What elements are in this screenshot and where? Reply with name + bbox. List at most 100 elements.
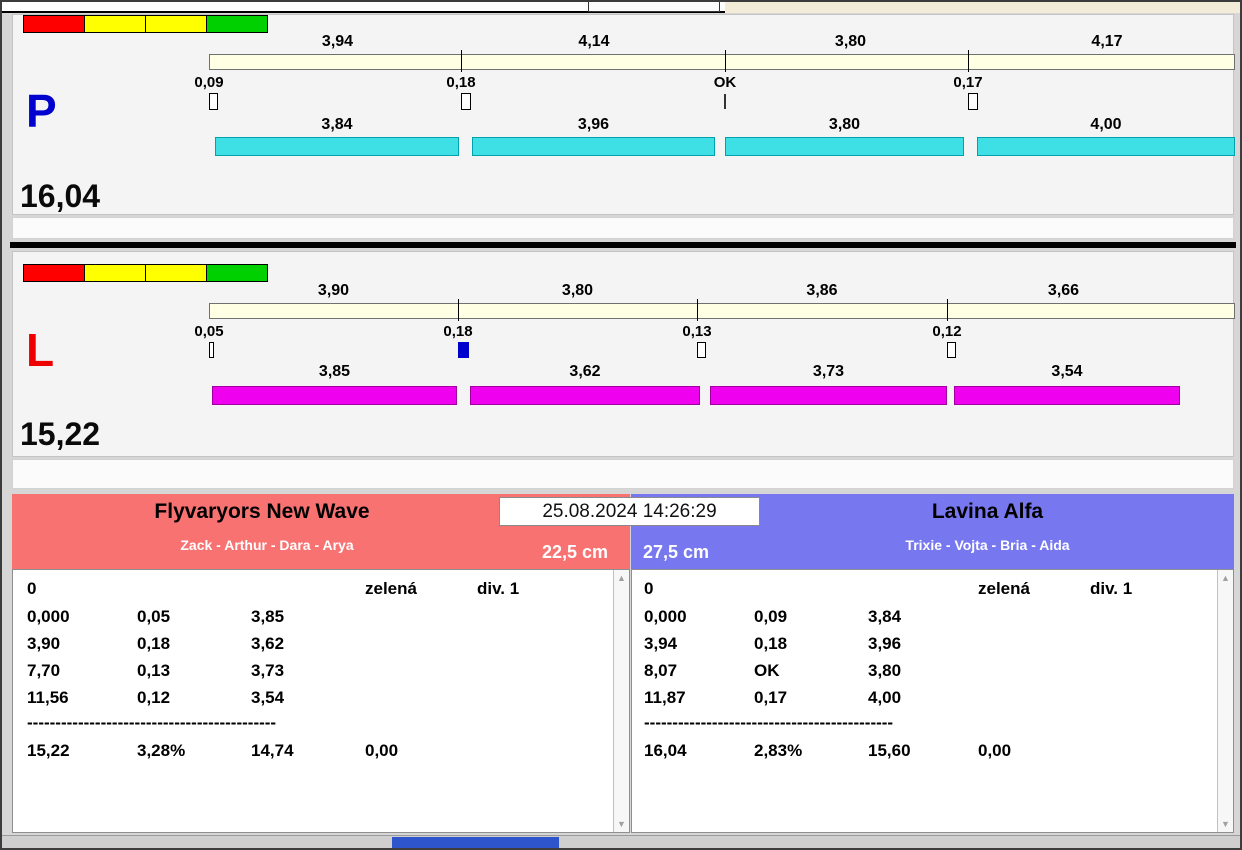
- split-time-label: 3,94: [321, 33, 354, 50]
- lane-divider: [10, 242, 1236, 248]
- lane-total-time-p: 16,04: [20, 178, 101, 214]
- jump-height: 27,5 cm: [643, 542, 710, 562]
- result-summary-cell: 16,04: [644, 741, 687, 760]
- leg-time-label: 3,96: [577, 116, 610, 133]
- result-cell: 0,09: [754, 607, 788, 626]
- split-time-label: 4,17: [1091, 33, 1123, 50]
- result-cell: 3,85: [251, 607, 285, 626]
- result-light: zelená: [978, 579, 1030, 598]
- split-tick: [461, 50, 462, 72]
- result-cell: 0,17: [754, 688, 788, 707]
- traffic-segment-green: [206, 15, 268, 33]
- team-name: Flyvaryors New Wave: [154, 500, 370, 523]
- datetime-display: 25.08.2024 14:26:29: [499, 497, 760, 526]
- leg-time-label: 3,85: [318, 363, 351, 380]
- result-division: div. 1: [1090, 579, 1133, 598]
- result-summary-cell: 14,74: [251, 741, 294, 760]
- result-separator: ----------------------------------------…: [644, 713, 894, 732]
- lane-label-l: L: [26, 324, 55, 376]
- split-time-label: 3,66: [1047, 282, 1080, 299]
- result-cell: 3,90: [27, 634, 61, 653]
- result-summary-cell: 15,22: [27, 741, 70, 760]
- traffic-segment-green: [206, 264, 268, 282]
- result-cell: 0,18: [754, 634, 788, 653]
- change-marker-filled: [458, 342, 469, 358]
- result-cell: 3,54: [251, 688, 285, 707]
- team-name: Lavina Alfa: [931, 500, 1044, 523]
- change-marker: [697, 342, 706, 358]
- status-bar: [2, 835, 1240, 848]
- change-time-label: 0,18: [443, 323, 473, 340]
- traffic-light-indicator-p: [23, 15, 268, 33]
- split-timeline-bar-p: [209, 54, 1235, 70]
- scroll-down-button[interactable]: ▼: [614, 816, 629, 832]
- empty-row-strip: [12, 217, 1234, 239]
- leg-time-label: 3,84: [321, 116, 353, 133]
- leg-time-bar: [215, 137, 459, 156]
- result-cell: 3,73: [251, 661, 285, 680]
- leg-time-bar: [954, 386, 1180, 405]
- split-time-label: 3,90: [317, 282, 350, 299]
- top-window-strip-right: [725, 2, 1240, 13]
- leg-time-bar: [725, 137, 964, 156]
- result-cell: 3,80: [868, 661, 902, 680]
- result-cell: 3,84: [868, 607, 902, 626]
- result-cell: 4,00: [868, 688, 902, 707]
- scroll-up-button[interactable]: ▲: [1218, 570, 1233, 586]
- team-members: Zack - Arthur - Dara - Arya: [180, 537, 354, 553]
- change-time-label: 0,17: [953, 74, 983, 91]
- top-tab[interactable]: [588, 2, 720, 12]
- traffic-segment-yellow: [145, 264, 207, 282]
- result-cell: 3,94: [644, 634, 678, 653]
- leg-time-bar: [472, 137, 715, 156]
- result-flag: 0: [644, 579, 654, 598]
- change-time-label: 0,12: [932, 323, 962, 340]
- leg-time-label: 3,54: [1051, 363, 1083, 380]
- result-summary-cell: 0,00: [365, 741, 399, 760]
- result-cell: 7,70: [27, 661, 61, 680]
- status-progress-bar: [392, 837, 559, 848]
- change-marker: [968, 93, 978, 110]
- split-tick: [458, 299, 459, 321]
- result-list-left[interactable]: 0 zelená div. 1 0,000 0,05 3,85 3,90 0,1…: [12, 569, 630, 833]
- change-marker: [947, 342, 956, 358]
- leg-time-bar: [977, 137, 1235, 156]
- scroll-down-button[interactable]: ▼: [1218, 816, 1233, 832]
- traffic-segment-yellow: [145, 15, 207, 33]
- split-tick: [947, 299, 948, 321]
- empty-row-strip: [12, 459, 1234, 489]
- scroll-up-button[interactable]: ▲: [614, 570, 629, 586]
- result-cell: 0,13: [137, 661, 171, 680]
- result-cell: OK: [754, 661, 780, 680]
- traffic-segment-red: [23, 15, 85, 33]
- traffic-segment-yellow: [84, 15, 146, 33]
- split-tick: [725, 50, 726, 72]
- split-time-label: 4,14: [578, 33, 610, 50]
- result-cell: 0,12: [137, 688, 171, 707]
- lane-label-p: P: [26, 85, 57, 137]
- split-time-label: 3,86: [806, 282, 838, 299]
- split-tick: [968, 50, 969, 72]
- leg-time-label: 3,62: [569, 363, 601, 380]
- traffic-light-indicator-l: [23, 264, 268, 282]
- change-marker-ok: [724, 94, 726, 109]
- traffic-segment-red: [23, 264, 85, 282]
- result-summary-cell: 2,83%: [754, 741, 803, 760]
- lane-total-time-l: 15,22: [20, 416, 101, 452]
- result-summary-cell: 15,60: [868, 741, 911, 760]
- change-time-label: OK: [713, 74, 737, 91]
- result-cell: 8,07: [644, 661, 678, 680]
- leg-time-bar: [212, 386, 457, 405]
- result-summary-cell: 0,00: [978, 741, 1012, 760]
- scrollbar[interactable]: ▲ ▼: [613, 570, 629, 832]
- scrollbar[interactable]: ▲ ▼: [1217, 570, 1233, 832]
- jump-height: 22,5 cm: [541, 542, 608, 562]
- change-marker: [209, 93, 218, 110]
- result-list-right[interactable]: 0 zelená div. 1 0,000 0,09 3,84 3,94 0,1…: [631, 569, 1234, 833]
- result-cell: 3,96: [868, 634, 902, 653]
- app-window: P 3,94 4,14 3,80 4,17 0,09 0,18 OK 0,17 …: [0, 0, 1242, 850]
- leg-time-label: 3,80: [828, 116, 861, 133]
- leg-time-label: 3,73: [812, 363, 845, 380]
- leg-time-bar: [470, 386, 700, 405]
- result-cell: 0,05: [137, 607, 171, 626]
